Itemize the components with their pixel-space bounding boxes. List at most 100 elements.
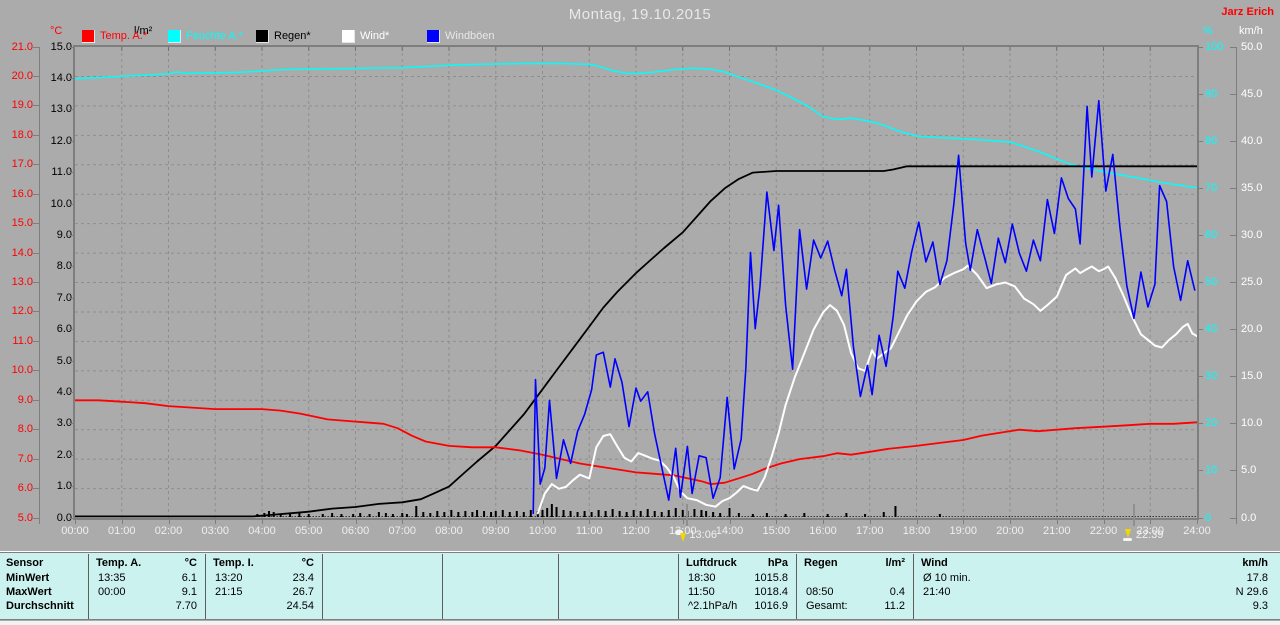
axis-tick	[69, 77, 75, 79]
axis-tick-label: 4.0	[56, 385, 72, 398]
axis-tick-label: 30	[1205, 370, 1218, 383]
rain-intensity-bar	[476, 510, 479, 517]
rain-intensity-bar	[443, 512, 446, 517]
x-axis-tick	[542, 519, 544, 524]
axis-tick	[33, 252, 39, 254]
rain-intensity-bar	[625, 512, 628, 517]
x-axis-label: 01:00	[107, 525, 136, 537]
legend-swatch-1	[82, 30, 95, 43]
axis-tick-label: 12.0	[11, 305, 33, 318]
rain-intensity-bar	[765, 513, 768, 517]
axis-tick-label: 2.0	[56, 448, 72, 461]
x-axis-label: 07:00	[388, 525, 417, 537]
table-row-label: Durchschnitt	[6, 600, 74, 612]
axis-tick-label: 19.0	[11, 99, 33, 112]
axis-tick-label: 21.0	[11, 40, 33, 53]
rain-intensity-bar	[653, 511, 656, 517]
table-col-unit: km/h	[1242, 557, 1268, 569]
axis-tick	[33, 399, 39, 401]
axis-tick	[1197, 329, 1203, 331]
x-axis-label: 16:00	[809, 525, 837, 537]
x-axis-label: 05:00	[294, 525, 323, 537]
axis-tick-label: 16.0	[11, 187, 33, 200]
rain-intensity-bar	[490, 512, 493, 517]
legend-swatch-5	[427, 30, 440, 43]
axis-tick-label: 30.0	[1241, 228, 1263, 241]
axis-tick	[1230, 470, 1236, 472]
x-axis-tick	[916, 519, 918, 524]
axis-tick-label: 10	[1205, 464, 1218, 477]
rain-intensity-bar	[529, 510, 532, 517]
axis-tick	[69, 297, 75, 299]
x-axis-tick	[168, 519, 170, 524]
table-cell-value: 7.70	[175, 600, 197, 612]
axis-tick	[1230, 282, 1236, 283]
axis-tick	[69, 360, 75, 362]
rain-intensity-bar	[611, 509, 614, 517]
axis-tick	[1197, 423, 1203, 425]
axis-tick	[33, 517, 39, 519]
rain-intensity-bar	[737, 513, 740, 517]
axis-tick	[33, 429, 39, 431]
axis-tick-label: 10.0	[11, 364, 33, 377]
axis-tick	[1230, 187, 1236, 189]
rain-intensity-bar	[583, 511, 586, 517]
axis-tick-label: 12.0	[50, 134, 72, 147]
x-axis-tick	[355, 519, 357, 524]
axis-tick	[69, 391, 75, 393]
axis-tick	[69, 109, 75, 111]
axis-tick	[33, 458, 39, 460]
rain-intensity-bar	[471, 512, 474, 517]
rain-intensity-bar	[391, 514, 394, 517]
axis-tick-label: 13.0	[50, 103, 72, 116]
axis-tick	[69, 486, 75, 488]
axis-tick	[33, 223, 39, 225]
table-divider	[322, 554, 323, 619]
axis-tick	[69, 266, 75, 268]
legend-label-2: Feuchte A.*	[186, 30, 243, 42]
rain-intensity-bar	[340, 514, 343, 517]
series-windb-en	[532, 99, 1196, 515]
axis-tick	[1230, 329, 1236, 331]
rain-intensity-bar	[632, 510, 635, 517]
rain-intensity-bar	[429, 513, 432, 517]
axis-tick-label: 40	[1205, 323, 1218, 336]
axis-tick	[33, 193, 39, 195]
axis-tick	[33, 340, 39, 342]
axis-tick-label: 45.0	[1241, 87, 1263, 100]
rain-intensity-bar	[784, 514, 787, 517]
axis-tick-label: 20.0	[11, 69, 33, 82]
rain-intensity-bar	[660, 512, 663, 517]
rain-intensity-bar	[719, 513, 722, 517]
x-axis-label: 20:00	[996, 525, 1024, 537]
legend-swatch-4	[342, 30, 355, 43]
x-axis-tick	[402, 519, 404, 524]
axis-tick	[1230, 140, 1236, 142]
table-cell-value: N 29.6	[1235, 586, 1268, 598]
axis-tick	[69, 329, 75, 331]
event-marker-time: 22:39	[1135, 529, 1164, 541]
table-row-label: MinWert	[6, 572, 50, 584]
table-cell-value: 17.8	[1246, 572, 1268, 584]
axis-tick-label: 9.0	[17, 393, 33, 406]
axis-tick-label: 11.0	[12, 334, 33, 347]
rain-intensity-bar	[646, 509, 649, 517]
rain-intensity-bar	[494, 511, 497, 517]
rain-intensity-bar	[457, 512, 460, 517]
axis-tick	[1197, 93, 1203, 95]
axis-tick-label: 7.0	[17, 452, 33, 465]
axis-tick-label: 11.0	[51, 166, 72, 179]
table-cell-value: 9.1	[181, 586, 197, 598]
event-marker-icon	[1122, 529, 1134, 542]
axis-tick-label: 7.0	[56, 291, 72, 304]
author-label: Jarz Erich	[1221, 6, 1274, 18]
x-axis-tick	[1056, 519, 1058, 524]
axis-tick-label: 5.0	[1241, 464, 1257, 477]
event-marker-line	[686, 504, 689, 526]
rain-intensity-bar	[674, 508, 677, 517]
x-axis-label: 17:00	[855, 525, 884, 537]
legend-label-3: Regen*	[274, 30, 311, 42]
rain-intensity-bar	[268, 511, 271, 517]
axis-tick	[1197, 187, 1203, 189]
rain-intensity-bar	[483, 511, 486, 517]
